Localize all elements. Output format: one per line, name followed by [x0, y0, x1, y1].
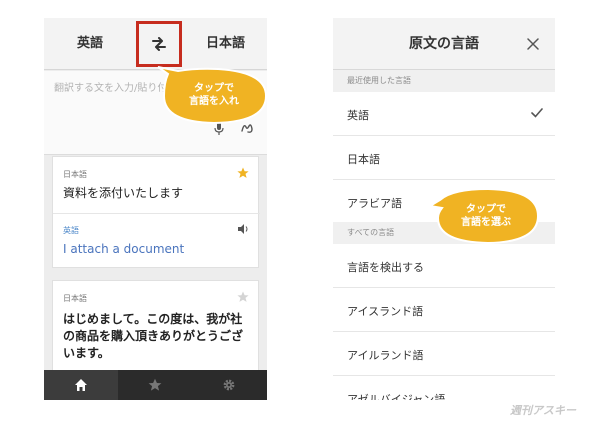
language-row[interactable]: 英語: [333, 92, 555, 136]
history-source-text: 資料を添付いたします: [63, 186, 184, 200]
speaker-icon[interactable]: [237, 223, 249, 235]
language-label: 言語を検出する: [347, 261, 424, 274]
star-icon-filled[interactable]: [237, 167, 249, 179]
history-source-text: はじめまして。この度は、我が社の商品を購入頂きありがとうございます。: [63, 312, 244, 360]
recent-languages-header: 最近使用した言語: [333, 70, 555, 92]
tab-home[interactable]: [44, 370, 118, 400]
close-icon[interactable]: [527, 38, 539, 50]
check-icon: [531, 108, 543, 118]
history-target-language: 英語: [63, 226, 79, 235]
screen-header: 原文の言語: [333, 18, 555, 70]
language-label: 英語: [347, 109, 369, 122]
swap-arrows-icon: [152, 37, 166, 51]
card-divider: [53, 213, 260, 214]
callout-text: タップで 言語を入れ: [189, 83, 239, 107]
history-card[interactable]: 日本語 資料を添付いたします 英語 I attach a document: [52, 156, 260, 268]
language-row[interactable]: アゼルバイジャン語: [333, 376, 555, 400]
language-row[interactable]: アイルランド語: [333, 332, 555, 376]
language-bar: 英語 日本語: [44, 18, 267, 70]
language-label: アゼルバイジャン語: [347, 393, 446, 400]
source-language-button[interactable]: 英語: [44, 18, 136, 70]
language-row[interactable]: アイスランド語: [333, 288, 555, 332]
target-language-button[interactable]: 日本語: [184, 18, 267, 70]
gear-icon: [223, 379, 235, 391]
language-label: アラビア語: [347, 197, 402, 210]
star-icon: [148, 378, 162, 391]
callout-text: タップで 言語を選ぶ: [461, 204, 511, 228]
history-card[interactable]: 日本語 はじめまして。この度は、我が社の商品を購入頂きありがとうございます。: [52, 280, 259, 380]
star-icon[interactable]: [237, 291, 249, 303]
callout-bubble: タップで 言語を選ぶ: [428, 186, 544, 246]
history-translation-text: I attach a document: [63, 242, 185, 256]
language-row[interactable]: 言語を検出する: [333, 244, 555, 288]
tab-settings[interactable]: [192, 370, 266, 400]
history-source-language: 日本語: [63, 170, 87, 179]
watermark: 週刊アスキー: [510, 404, 576, 417]
history-source-language: 日本語: [63, 294, 87, 303]
swap-languages-button[interactable]: [136, 21, 182, 67]
tab-favorites[interactable]: [118, 370, 192, 400]
callout-bubble: タップで 言語を入れ: [156, 66, 272, 128]
home-icon: [75, 379, 87, 391]
language-label: アイルランド語: [347, 349, 424, 362]
bottom-tab-bar: [44, 370, 267, 400]
language-row[interactable]: 日本語: [333, 136, 555, 180]
language-label: 日本語: [347, 153, 380, 166]
language-label: アイスランド語: [347, 305, 424, 318]
page-title: 原文の言語: [409, 36, 479, 52]
